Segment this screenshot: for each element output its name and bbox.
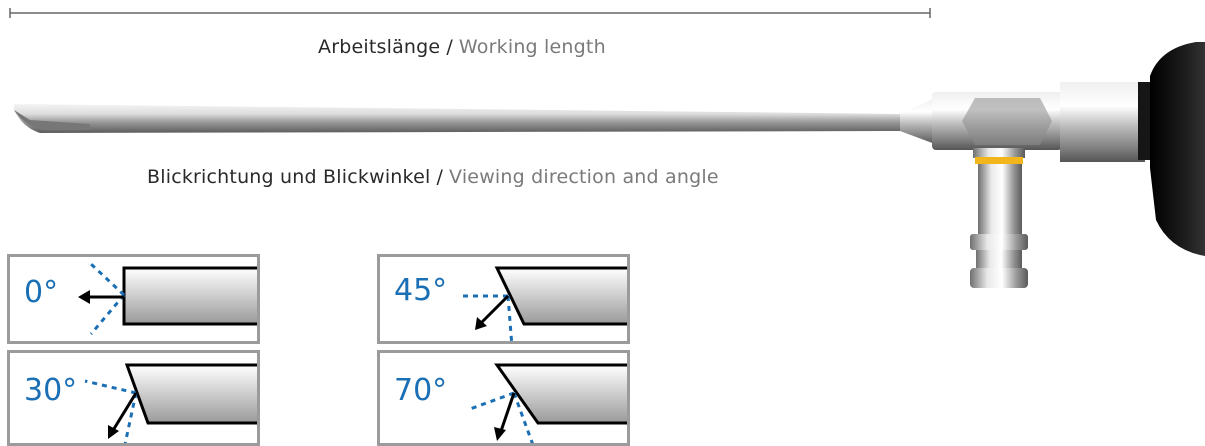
angle-panel-30: 30° [7, 350, 260, 446]
angle-panel-0: 0° [7, 254, 260, 344]
angle-label-30: 30° [24, 373, 78, 408]
angle-label-70: 70° [394, 373, 448, 408]
caption-separator: / [436, 166, 444, 188]
angle-panel-45: 45° [377, 254, 630, 344]
angle-panel-70: 70° [377, 350, 630, 446]
angle-label-45: 45° [394, 273, 448, 308]
viewing-direction-label-de: Blickrichtung und Blickwinkel [147, 166, 431, 188]
viewing-direction-caption: Blickrichtung und Blickwinkel / Viewing di… [147, 166, 719, 188]
viewing-direction-label-en: Viewing direction and angle [449, 166, 719, 188]
angle-label-0: 0° [24, 275, 59, 310]
